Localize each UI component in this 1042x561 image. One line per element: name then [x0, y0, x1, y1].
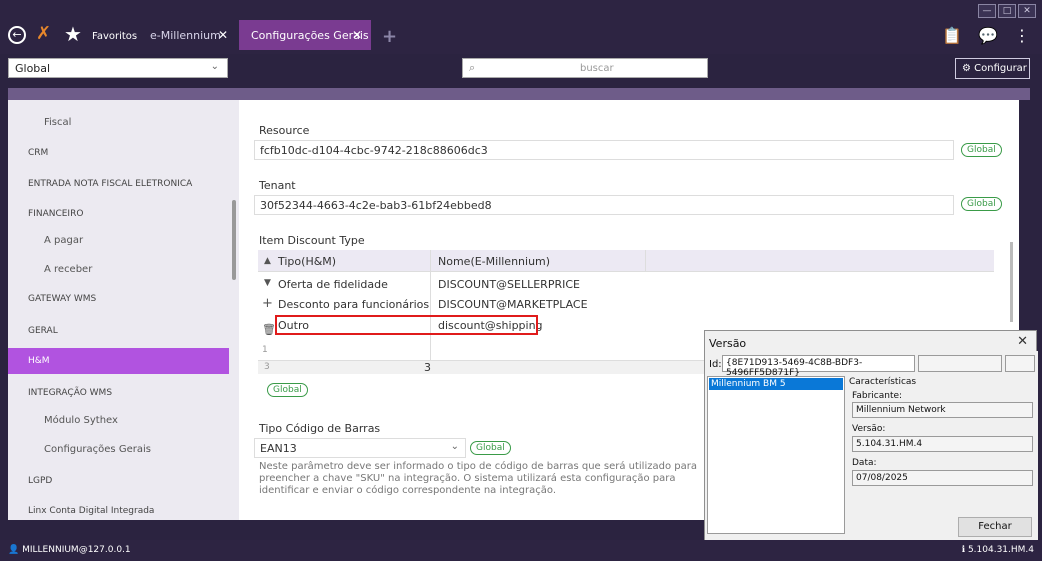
more-icon[interactable]: ⋮	[1014, 26, 1030, 45]
status-bar: 👤 MILLENNIUM@127.0.0.1 ℹ 5.104.31.HM.4	[0, 540, 1042, 561]
tenant-global-badge[interactable]: Global	[961, 197, 1002, 211]
manufacturer-field[interactable]: Millennium Network	[852, 402, 1033, 418]
sidebar-item-configuracoes-gerais[interactable]: Configurações Gerais	[8, 437, 229, 463]
configure-button[interactable]: ⚙ Configurar	[955, 58, 1030, 79]
sidebar-item-modulo-sythex[interactable]: Módulo Sythex	[8, 408, 229, 434]
column-nome[interactable]: Nome(E-Millennium)	[438, 255, 550, 268]
table-cell-nome[interactable]: DISCOUNT@MARKETPLACE	[438, 298, 588, 311]
sidebar: Fiscal CRM ENTRADA NOTA FISCAL ELETRONIC…	[8, 100, 239, 520]
table-cell-tipo[interactable]: Oferta de fidelidade	[278, 278, 388, 291]
chat-icon[interactable]: 💬	[978, 26, 998, 45]
sidebar-item-crm[interactable]: CRM	[8, 140, 229, 166]
date-label: Data:	[852, 458, 877, 468]
sort-up-icon: ▲	[264, 256, 271, 266]
title-bar: — □ ✕ ← ✗ ★ Favoritos e-Millennium ✕ Con…	[0, 0, 1042, 54]
version-dialog: Versão ✕ Id: {8E71D913-5469-4C8B-BDF3-54…	[704, 330, 1038, 541]
search-placeholder: buscar	[580, 63, 614, 74]
back-arrow-icon[interactable]: ←	[8, 26, 26, 44]
star-icon[interactable]: ★	[64, 22, 82, 46]
scope-select[interactable]: Global ⌄	[8, 58, 228, 78]
chevron-down-icon: ⌄	[450, 441, 459, 452]
highlight-outro-row	[275, 315, 538, 335]
content-header-band	[8, 88, 1030, 100]
sidebar-item-financeiro[interactable]: FINANCEIRO	[8, 201, 229, 227]
column-divider	[645, 250, 646, 272]
restore-button[interactable]: □	[998, 4, 1016, 18]
close-window-button[interactable]: ✕	[1018, 4, 1036, 18]
sidebar-item-entrada-nota[interactable]: ENTRADA NOTA FISCAL ELETRONICA	[8, 171, 229, 197]
characteristics-label: Características	[849, 377, 917, 387]
tab-e-millennium[interactable]: e-Millennium	[150, 29, 221, 42]
sidebar-item-lgpd[interactable]: LGPD	[8, 468, 229, 494]
date-field[interactable]: 07/08/2025	[852, 470, 1033, 486]
discount-label: Item Discount Type	[259, 234, 365, 247]
sidebar-item-a-receber[interactable]: A receber	[8, 257, 229, 283]
barcode-label: Tipo Código de Barras	[259, 422, 381, 435]
minimize-button[interactable]: —	[978, 4, 996, 18]
sidebar-item-hm[interactable]: H&M	[8, 348, 229, 374]
discount-global-badge[interactable]: Global	[267, 383, 308, 397]
barcode-help-text: Neste parâmetro deve ser informado o tip…	[259, 461, 697, 496]
table-cell-nome[interactable]: DISCOUNT@SELLERPRICE	[438, 278, 580, 291]
table-header: ▲ Tipo(H&M) Nome(E-Millennium)	[258, 250, 994, 272]
favorites-link[interactable]: Favoritos	[92, 31, 137, 42]
version-text: 5.104.31.HM.4	[967, 545, 1034, 555]
id-extra-field[interactable]	[1005, 355, 1035, 372]
clipboard-icon[interactable]: 📋	[942, 26, 962, 45]
id-label: Id:	[709, 359, 722, 370]
window-controls: — □ ✕	[978, 4, 1036, 18]
sidebar-scrollbar[interactable]	[232, 200, 236, 280]
search-icon: ⌕	[469, 61, 476, 74]
user-text: MILLENNIUM@127.0.0.1	[22, 545, 131, 555]
sidebar-item-integracao-wms[interactable]: INTEGRAÇÃO WMS	[8, 380, 229, 406]
chevron-down-icon: ⌄	[210, 61, 219, 72]
version-status: ℹ 5.104.31.HM.4	[962, 545, 1034, 555]
tenant-label: Tenant	[259, 179, 296, 192]
scope-value: Global	[15, 62, 51, 75]
version-label: Versão:	[852, 424, 886, 434]
resource-global-badge[interactable]: Global	[961, 143, 1002, 157]
sidebar-item-linx-conta[interactable]: Linx Conta Digital Integrada	[8, 498, 229, 524]
column-tipo[interactable]: Tipo(H&M)	[278, 255, 336, 268]
user-status: 👤 MILLENNIUM@127.0.0.1	[8, 545, 131, 555]
resource-field[interactable]: fcfb10dc-d104-4cbc-9742-218c88606dc3	[254, 140, 954, 160]
trash-icon[interactable]: 🗑	[262, 323, 276, 336]
top-right-toolbar: 📋 💬 ⋮	[942, 26, 1030, 45]
barcode-value: EAN13	[260, 442, 297, 455]
barcode-global-badge[interactable]: Global	[470, 441, 511, 455]
product-list[interactable]: Millennium BM 5	[707, 376, 845, 534]
footer-row-number: 3	[264, 362, 270, 372]
close-tab-icon[interactable]: ✕	[352, 28, 362, 42]
table-cell-tipo[interactable]: Desconto para funcionários	[278, 298, 429, 311]
version-field[interactable]: 5.104.31.HM.4	[852, 436, 1033, 452]
barcode-select[interactable]: EAN13 ⌄	[254, 438, 466, 458]
close-button[interactable]: Fechar	[958, 517, 1032, 537]
sidebar-item-geral[interactable]: GERAL	[8, 318, 229, 344]
sort-down-icon[interactable]: ▼	[264, 278, 271, 288]
footer-count: 3	[424, 361, 431, 374]
add-row-icon[interactable]: +	[262, 296, 273, 311]
info-icon: ℹ	[961, 545, 966, 555]
linx-logo-icon: ✗	[36, 23, 52, 44]
user-icon: 👤	[8, 545, 20, 555]
close-icon[interactable]: ✕	[1017, 334, 1028, 349]
tenant-field[interactable]: 30f52344-4663-4c2e-bab3-61bf24ebbed8	[254, 195, 954, 215]
manufacturer-label: Fabricante:	[852, 391, 903, 401]
table-scrollbar[interactable]	[1010, 242, 1013, 322]
row-number: 1	[262, 345, 268, 355]
dialog-body: Id: {8E71D913-5469-4C8B-BDF3-5496FF5D871…	[705, 351, 1038, 541]
dialog-title: Versão	[709, 337, 747, 350]
close-tab-icon[interactable]: ✕	[218, 28, 228, 42]
list-item[interactable]: Millennium BM 5	[709, 378, 843, 390]
column-divider	[430, 250, 431, 360]
search-input[interactable]: ⌕ buscar	[462, 58, 708, 78]
resource-label: Resource	[259, 124, 310, 137]
sidebar-item-gateway-wms[interactable]: GATEWAY WMS	[8, 286, 229, 312]
sidebar-item-a-pagar[interactable]: A pagar	[8, 228, 229, 254]
id-field[interactable]: {8E71D913-5469-4C8B-BDF3-5496FF5D871F}	[722, 355, 915, 378]
add-tab-button[interactable]: +	[382, 26, 397, 47]
id-extra-field[interactable]	[918, 355, 1002, 372]
sidebar-item-fiscal[interactable]: Fiscal	[8, 110, 229, 136]
